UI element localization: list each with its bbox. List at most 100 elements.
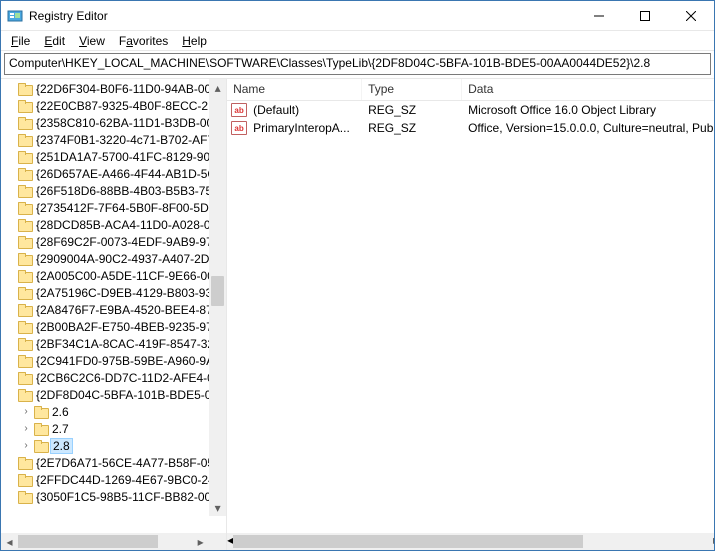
folder-icon (17, 456, 33, 470)
folder-icon (17, 337, 33, 351)
close-button[interactable] (668, 1, 714, 30)
tree-item-label: {2C941FD0-975B-59BE-A960-9A2 (36, 354, 221, 368)
tree-item[interactable]: {2358C810-62BA-11D1-B3DB-00 (1, 114, 226, 131)
value-name: (Default) (247, 103, 362, 117)
values-horizontal-scrollbar[interactable]: ◂ ▸ (227, 533, 714, 550)
tree-item-label: {28DCD85B-ACA4-11D0-A028-00 (36, 218, 217, 232)
scroll-thumb[interactable] (233, 535, 583, 548)
column-type[interactable]: Type (362, 79, 462, 100)
window-title: Registry Editor (29, 9, 576, 23)
folder-icon (17, 133, 33, 147)
scroll-down-icon[interactable]: ▾ (209, 499, 226, 516)
value-name: PrimaryInteropA... (247, 121, 362, 135)
scroll-thumb[interactable] (18, 535, 158, 548)
tree-pane: {22D6F304-B0F6-11D0-94AB-008{22E0CB87-93… (1, 79, 227, 550)
folder-icon (17, 286, 33, 300)
tree-item[interactable]: {2A75196C-D9EB-4129-B803-931 (1, 284, 226, 301)
scroll-thumb[interactable] (211, 276, 224, 306)
menu-edit[interactable]: Edit (38, 33, 71, 49)
tree-item-label: {2BF34C1A-8CAC-419F-8547-32 (36, 337, 214, 351)
tree-item[interactable]: {251DA1A7-5700-41FC-8129-909 (1, 148, 226, 165)
folder-icon (17, 252, 33, 266)
value-type: REG_SZ (362, 121, 462, 135)
tree-item-label: {3050F1C5-98B5-11CF-BB82-00A (36, 490, 219, 504)
menu-help[interactable]: Help (176, 33, 213, 49)
folder-icon (17, 99, 33, 113)
menu-bar: File Edit View Favorites Help (1, 31, 714, 51)
tree-item[interactable]: › 2.8 (1, 437, 226, 454)
folder-icon (17, 490, 33, 504)
folder-icon (17, 354, 33, 368)
folder-icon (17, 167, 33, 181)
tree-item-label: {2735412F-7F64-5B0F-8F00-5D77 (36, 201, 222, 215)
tree-item-label: {2FFDC44D-1269-4E67-9BC0-248 (36, 473, 221, 487)
string-value-icon: ab (231, 103, 247, 117)
folder-icon (17, 184, 33, 198)
menu-file[interactable]: File (5, 33, 36, 49)
chevron-right-icon[interactable]: › (19, 406, 33, 417)
folder-icon (17, 201, 33, 215)
tree-item[interactable]: {2374F0B1-3220-4c71-B702-AF7 (1, 131, 226, 148)
tree-item[interactable]: {3050F1C5-98B5-11CF-BB82-00A (1, 488, 226, 505)
tree-item[interactable]: {26F518D6-88BB-4B03-B5B3-751 (1, 182, 226, 199)
tree-item[interactable]: {28DCD85B-ACA4-11D0-A028-00 (1, 216, 226, 233)
tree-item[interactable]: {2A8476F7-E9BA-4520-BEE4-875 (1, 301, 226, 318)
folder-icon (17, 218, 33, 232)
value-data: Office, Version=15.0.0.0, Culture=neutra… (462, 121, 714, 135)
value-row[interactable]: abPrimaryInteropA...REG_SZOffice, Versio… (227, 119, 714, 137)
scroll-left-icon[interactable]: ◂ (1, 533, 18, 550)
tree-item[interactable]: {2FFDC44D-1269-4E67-9BC0-248 (1, 471, 226, 488)
tree-item[interactable]: › 2.6 (1, 403, 226, 420)
value-type: REG_SZ (362, 103, 462, 117)
tree-vertical-scrollbar[interactable]: ▴ ▾ (209, 79, 226, 516)
folder-icon (33, 439, 49, 453)
address-bar[interactable]: Computer\HKEY_LOCAL_MACHINE\SOFTWARE\Cla… (4, 53, 711, 75)
scroll-right-icon[interactable]: ▸ (713, 533, 714, 550)
tree-item[interactable]: {22E0CB87-9325-4B0F-8ECC-21B (1, 97, 226, 114)
tree-item[interactable]: {26D657AE-A466-4F44-AB1D-5C (1, 165, 226, 182)
folder-icon (17, 320, 33, 334)
folder-icon (17, 235, 33, 249)
tree-horizontal-scrollbar[interactable]: ◂ ▸ (1, 533, 226, 550)
tree-item-label: {2A75196C-D9EB-4129-B803-931 (36, 286, 219, 300)
value-row[interactable]: ab(Default)REG_SZMicrosoft Office 16.0 O… (227, 101, 714, 119)
tree-item-label: {28F69C2F-0073-4EDF-9AB9-97B (36, 235, 221, 249)
tree-item[interactable]: {28F69C2F-0073-4EDF-9AB9-97B (1, 233, 226, 250)
tree-item[interactable]: {2735412F-7F64-5B0F-8F00-5D77 (1, 199, 226, 216)
tree-item[interactable]: {2DF8D04C-5BFA-101B-BDE5-00A (1, 386, 226, 403)
string-value-icon: ab (231, 121, 247, 135)
tree-item-label: {2909004A-90C2-4937-A407-2DF (36, 252, 217, 266)
menu-favorites[interactable]: Favorites (113, 33, 174, 49)
tree-item[interactable]: › 2.7 (1, 420, 226, 437)
scroll-right-icon[interactable]: ▸ (192, 533, 209, 550)
minimize-button[interactable] (576, 1, 622, 30)
tree-item[interactable]: {22D6F304-B0F6-11D0-94AB-008 (1, 80, 226, 97)
tree-item-label: {22D6F304-B0F6-11D0-94AB-008 (36, 82, 218, 96)
tree-item-label: 2.6 (52, 405, 69, 419)
tree-item-label: 2.7 (52, 422, 69, 436)
tree-item[interactable]: {2A005C00-A5DE-11CF-9E66-00A (1, 267, 226, 284)
value-data: Microsoft Office 16.0 Object Library (462, 103, 714, 117)
menu-view[interactable]: View (73, 33, 111, 49)
column-name[interactable]: Name (227, 79, 362, 100)
maximize-button[interactable] (622, 1, 668, 30)
tree-item-label: {26F518D6-88BB-4B03-B5B3-751 (36, 184, 219, 198)
tree-item-label: {2374F0B1-3220-4c71-B702-AF7 (36, 133, 214, 147)
tree-item-label: {2CB6C2C6-DD7C-11D2-AFE4-00 (36, 371, 221, 385)
tree-item-label: {2B00BA2F-E750-4BEB-9235-971 (36, 320, 219, 334)
tree-item-label: 2.8 (50, 438, 73, 454)
folder-icon (17, 473, 33, 487)
tree-item-label: {2E7D6A71-56CE-4A77-B58F-05 (36, 456, 214, 470)
tree-item[interactable]: {2C941FD0-975B-59BE-A960-9A2 (1, 352, 226, 369)
chevron-right-icon[interactable]: › (19, 440, 33, 451)
tree-item[interactable]: {2CB6C2C6-DD7C-11D2-AFE4-00 (1, 369, 226, 386)
tree-item[interactable]: {2909004A-90C2-4937-A407-2DF (1, 250, 226, 267)
tree-item[interactable]: {2B00BA2F-E750-4BEB-9235-971 (1, 318, 226, 335)
folder-icon (17, 82, 33, 96)
column-data[interactable]: Data (462, 79, 714, 100)
tree-item[interactable]: {2E7D6A71-56CE-4A77-B58F-05 (1, 454, 226, 471)
chevron-right-icon[interactable]: › (19, 423, 33, 434)
tree-item[interactable]: {2BF34C1A-8CAC-419F-8547-32 (1, 335, 226, 352)
tree-item-label: {2358C810-62BA-11D1-B3DB-00 (36, 116, 213, 130)
scroll-up-icon[interactable]: ▴ (209, 79, 226, 96)
